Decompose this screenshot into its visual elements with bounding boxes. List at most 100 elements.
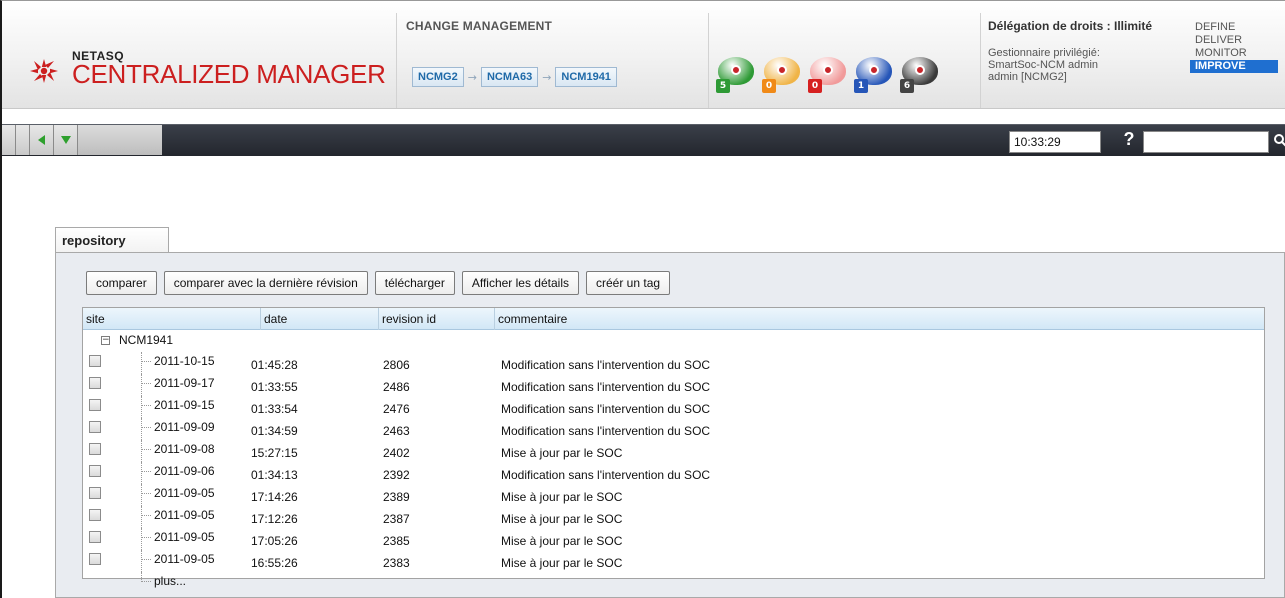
- brand-title: CENTRALIZED MANAGER: [72, 59, 386, 89]
- cell-comment: Mise à jour par le SOC: [501, 490, 623, 504]
- help-button[interactable]: ?: [1118, 129, 1140, 153]
- row-checkbox[interactable]: [89, 443, 101, 455]
- compare-latest-button[interactable]: comparer avec la dernière révision: [163, 271, 368, 295]
- cell-revision-id: 2389: [383, 490, 410, 504]
- cell-comment: Modification sans l'intervention du SOC: [501, 380, 711, 394]
- download-button[interactable]: télécharger: [374, 271, 455, 295]
- row-checkbox[interactable]: [89, 553, 101, 565]
- delegation-title: Délégation de droits : Illimité: [988, 19, 1153, 33]
- status-ok-icon[interactable]: 5: [716, 57, 756, 93]
- table-row[interactable]: 2011-09-17 01:33:55 2486 Modification sans …: [83, 374, 1264, 396]
- row-checkbox[interactable]: [89, 509, 101, 521]
- header-divider: [708, 13, 709, 108]
- cell-date: 17:14:26: [251, 490, 298, 504]
- menu-item-monitor[interactable]: MONITOR: [1190, 47, 1278, 60]
- cell-revision-id: 2387: [383, 512, 410, 526]
- table-row[interactable]: 2011-09-05 17:12:26 2387 Mise à jour par le…: [83, 506, 1264, 528]
- table-row[interactable]: 2011-09-15 01:33:54 2476 Modification sans …: [83, 396, 1264, 418]
- column-comment[interactable]: commentaire: [495, 308, 1264, 330]
- breadcrumb-arrow-icon: →: [542, 70, 552, 84]
- down-arrow-icon: [60, 136, 71, 144]
- compare-button[interactable]: comparer: [86, 271, 157, 295]
- table-row[interactable]: 2011-09-05 17:14:26 2389 Mise à jour par le…: [83, 484, 1264, 506]
- status-critical-icon[interactable]: 0: [808, 57, 848, 93]
- header-divider: [396, 13, 397, 108]
- delegation-line: SmartSoc-NCM admin: [988, 59, 1099, 71]
- column-revision-id[interactable]: revision id: [379, 308, 495, 330]
- tree-connector: [142, 383, 151, 384]
- main-menu: DEFINE DELIVER MONITOR IMPROVE: [1190, 21, 1278, 73]
- tree-connector: [141, 506, 142, 528]
- breadcrumb-item[interactable]: NCMG2: [412, 67, 464, 87]
- tab-repository[interactable]: repository: [55, 227, 169, 253]
- cell-date: 17:05:26: [251, 534, 298, 548]
- status-dot-icon: [915, 65, 925, 75]
- menu-item-define[interactable]: DEFINE: [1190, 21, 1278, 34]
- cell-site: 2011-09-09: [154, 420, 215, 434]
- cell-comment: Modification sans l'intervention du SOC: [501, 468, 711, 482]
- status-info-icon[interactable]: 1: [854, 57, 894, 93]
- row-checkbox[interactable]: [89, 377, 101, 389]
- delegation-line: Gestionnaire privilégié:: [988, 47, 1100, 59]
- cell-date: 01:33:54: [251, 402, 298, 416]
- table-row[interactable]: 2011-09-09 01:34:59 2463 Modification sans …: [83, 418, 1264, 440]
- column-site[interactable]: site: [83, 308, 261, 330]
- back-button[interactable]: [30, 125, 54, 155]
- search-input[interactable]: [1143, 131, 1269, 153]
- tree-connector: [141, 550, 142, 572]
- table-row[interactable]: 2011-09-05 17:05:26 2385 Mise à jour par le…: [83, 528, 1264, 550]
- cell-comment: Modification sans l'intervention du SOC: [501, 358, 711, 372]
- collapse-toggle-icon[interactable]: −: [101, 336, 110, 345]
- row-checkbox[interactable]: [89, 487, 101, 499]
- table-row[interactable]: 2011-10-15 01:45:28 2806 Modification sans …: [83, 352, 1264, 374]
- breadcrumb: NCMG2 → NCMA63 → NCM1941: [412, 67, 617, 87]
- menu-item-deliver[interactable]: DELIVER: [1190, 34, 1278, 47]
- status-count-badge: 1: [854, 79, 868, 93]
- cell-site: 2011-09-06: [154, 464, 215, 478]
- status-count-badge: 6: [900, 79, 914, 93]
- tree-connector: [142, 493, 151, 494]
- cell-site: 2011-09-05: [154, 530, 215, 544]
- cell-comment: Mise à jour par le SOC: [501, 512, 623, 526]
- header-divider: [980, 13, 981, 108]
- clock-display: 10:33:29: [1009, 131, 1101, 153]
- panel-body: comparer comparer avec la dernière révisi…: [55, 252, 1285, 598]
- tree-root-label[interactable]: NCM1941: [119, 333, 173, 347]
- row-checkbox[interactable]: [89, 355, 101, 367]
- cell-revision-id: 2385: [383, 534, 410, 548]
- row-checkbox[interactable]: [89, 399, 101, 411]
- status-warning-icon[interactable]: 0: [762, 57, 802, 93]
- breadcrumb-item[interactable]: NCM1941: [555, 67, 617, 87]
- more-link[interactable]: plus...: [154, 574, 186, 588]
- status-count-badge: 0: [762, 79, 776, 93]
- row-checkbox[interactable]: [89, 465, 101, 477]
- cell-revision-id: 2383: [383, 556, 410, 570]
- tree-connector: [142, 361, 151, 362]
- tree-connector: [142, 449, 151, 450]
- status-dot-icon: [777, 65, 787, 75]
- menu-item-improve[interactable]: IMPROVE: [1190, 60, 1278, 73]
- cell-date: 01:34:13: [251, 468, 298, 482]
- tree-connector: [142, 537, 151, 538]
- status-unknown-icon[interactable]: 6: [900, 57, 940, 93]
- cell-site: 2011-09-17: [154, 376, 215, 390]
- cell-revision-id: 2463: [383, 424, 410, 438]
- breadcrumb-arrow-icon: →: [467, 70, 477, 84]
- table-row[interactable]: 2011-09-05 16:55:26 2383 Mise à jour par le…: [83, 550, 1264, 572]
- row-checkbox[interactable]: [89, 421, 101, 433]
- row-checkbox[interactable]: [89, 531, 101, 543]
- search-icon[interactable]: [1273, 133, 1285, 147]
- status-count-badge: 0: [808, 79, 822, 93]
- expand-button[interactable]: [54, 125, 78, 155]
- table-row[interactable]: 2011-09-08 15:27:15 2402 Mise à jour par le…: [83, 440, 1264, 462]
- cell-revision-id: 2402: [383, 446, 410, 460]
- toolbar-spacer: [78, 125, 162, 155]
- create-tag-button[interactable]: créér un tag: [586, 271, 671, 295]
- show-details-button[interactable]: Afficher les détails: [461, 271, 579, 295]
- status-count-badge: 5: [716, 79, 730, 93]
- column-date[interactable]: date: [261, 308, 379, 330]
- table-row[interactable]: 2011-09-06 01:34:13 2392 Modification sans …: [83, 462, 1264, 484]
- cell-date: 15:27:15: [251, 446, 298, 460]
- cell-date: 01:34:59: [251, 424, 298, 438]
- breadcrumb-item[interactable]: NCMA63: [480, 67, 539, 87]
